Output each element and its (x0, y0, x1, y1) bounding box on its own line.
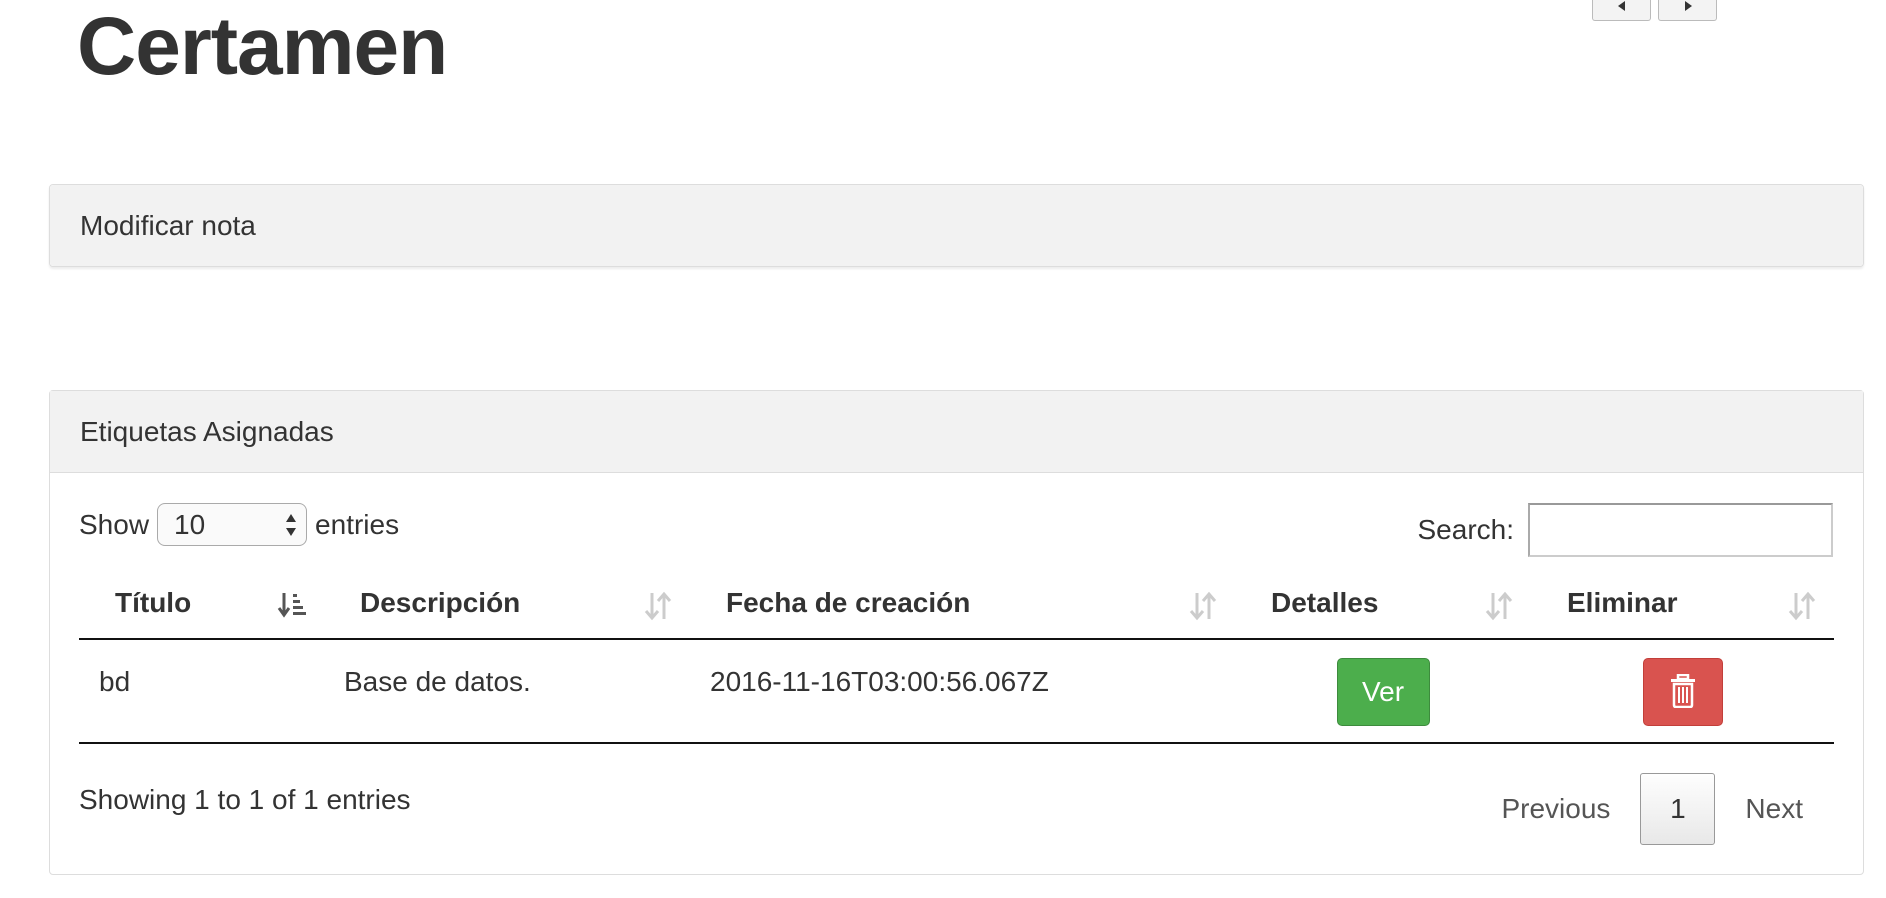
next-nav-button[interactable] (1658, 0, 1717, 21)
etiquetas-heading: Etiquetas Asignadas (50, 391, 1863, 473)
entries-per-page-select[interactable]: 10 (157, 503, 308, 546)
cell-titulo: bd (79, 639, 324, 744)
trash-icon (1670, 673, 1695, 709)
column-header-titulo[interactable]: Título (79, 567, 324, 640)
length-suffix: entries (315, 508, 400, 540)
sort-both-icon (1189, 591, 1217, 621)
table-header-row: Título Descripción Fecha de creación Det… (79, 567, 1834, 640)
etiquetas-asignadas-panel: Etiquetas Asignadas Show 10 entries Sear… (49, 390, 1864, 875)
next-page-button[interactable]: Next (1715, 793, 1833, 825)
search-control: Search: (1417, 503, 1833, 557)
arrow-left-icon (1617, 1, 1625, 11)
table-row: bd Base de datos. 2016-11-16T03:00:56.06… (79, 639, 1834, 744)
search-label: Search: (1417, 514, 1515, 545)
sort-asc-active-icon (277, 593, 306, 618)
prev-nav-button[interactable] (1592, 0, 1651, 21)
etiquetas-table: Título Descripción Fecha de creación Det… (79, 567, 1834, 744)
column-label: Descripción (360, 586, 521, 618)
column-label: Detalles (1271, 586, 1379, 618)
entries-per-page-value: 10 (174, 508, 206, 540)
modificar-nota-heading[interactable]: Modificar nota (50, 185, 1863, 266)
column-header-descripcion[interactable]: Descripción (324, 567, 690, 640)
length-prefix: Show (79, 508, 150, 540)
entries-length-control: Show 10 entries (79, 503, 399, 546)
cell-fecha: 2016-11-16T03:00:56.067Z (690, 639, 1235, 744)
arrow-right-icon (1684, 1, 1692, 11)
column-label: Título (115, 586, 192, 618)
nav-arrows (1592, 0, 1717, 21)
sort-both-icon (1485, 591, 1513, 621)
column-label: Eliminar (1567, 586, 1678, 618)
pagination: Previous 1 Next (1471, 773, 1833, 845)
sort-both-icon (1788, 591, 1816, 621)
cell-descripcion: Base de datos. (324, 639, 690, 744)
page-1-button[interactable]: 1 (1640, 773, 1716, 845)
search-input[interactable] (1528, 503, 1833, 557)
column-label: Fecha de creación (726, 586, 971, 618)
table-info: Showing 1 to 1 of 1 entries (79, 784, 411, 815)
page-title: Certamen (77, 1, 448, 92)
page: Certamen Modificar nota Etiquetas Asigna… (0, 0, 1886, 898)
modificar-nota-panel: Modificar nota (49, 184, 1864, 267)
sort-both-icon (644, 591, 672, 621)
previous-page-button[interactable]: Previous (1471, 793, 1640, 825)
delete-button[interactable] (1642, 658, 1723, 726)
column-header-detalles[interactable]: Detalles (1235, 567, 1531, 640)
ver-button[interactable]: Ver (1336, 658, 1430, 726)
column-header-eliminar[interactable]: Eliminar (1531, 567, 1834, 640)
cell-detalles: Ver (1235, 639, 1531, 744)
select-arrows-icon (286, 514, 297, 536)
column-header-fecha[interactable]: Fecha de creación (690, 567, 1235, 640)
cell-eliminar (1531, 639, 1834, 744)
